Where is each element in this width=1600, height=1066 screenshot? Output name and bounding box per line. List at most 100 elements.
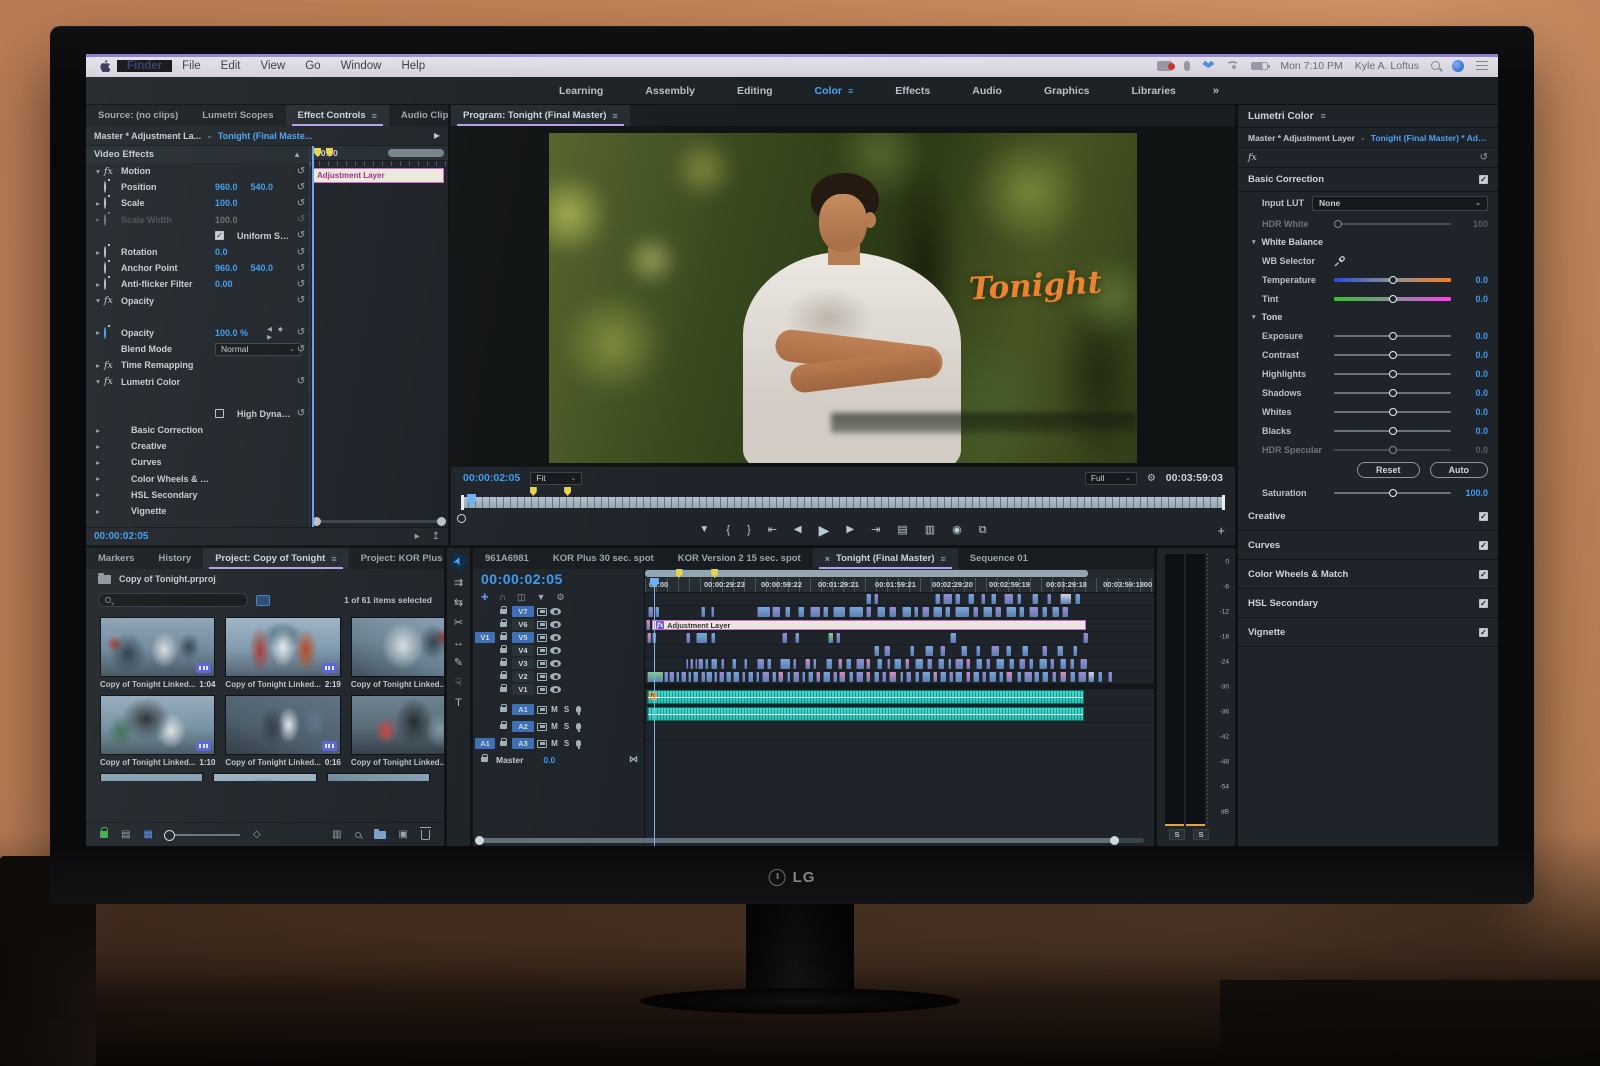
timeline-clip[interactable]	[782, 633, 787, 643]
track-output-eye-icon[interactable]	[550, 621, 561, 628]
timeline-clip[interactable]	[823, 607, 828, 617]
timeline-clip[interactable]	[866, 594, 872, 604]
timeline-timecode[interactable]: 00:00:02:05	[473, 569, 644, 589]
property-label[interactable]: Motion	[121, 166, 215, 176]
timeline-clip[interactable]	[1059, 594, 1072, 604]
effect-controls-mini-timeline[interactable]: 00:00 Adjustment Layer	[310, 146, 448, 527]
step-back-icon[interactable]: ◀	[794, 525, 802, 535]
contrast-slider[interactable]	[1334, 350, 1451, 359]
workspace-tab-libraries[interactable]: Libraries	[1111, 85, 1197, 97]
lumetri-slider-row[interactable]: HDR Specular 0.0	[1238, 440, 1498, 459]
project-item-name[interactable]: Copy of Tonight Linked...	[225, 680, 320, 689]
property-value[interactable]: 0.0	[215, 247, 228, 257]
workspace-tab-audio[interactable]: Audio	[951, 85, 1023, 97]
hand-tool[interactable]: ☟	[455, 678, 462, 689]
timeline-clip[interactable]	[1021, 646, 1028, 656]
mute-button[interactable]: M	[550, 722, 559, 731]
reset-button[interactable]: Reset	[1356, 462, 1420, 478]
property-label[interactable]: Scale Width	[121, 215, 215, 225]
timeline-clip[interactable]	[1019, 607, 1024, 617]
source-patch[interactable]	[475, 645, 495, 656]
panel-menu-icon[interactable]: ≡	[941, 554, 946, 564]
property-label[interactable]: Blend Mode	[121, 344, 215, 354]
timeline-clip[interactable]	[935, 594, 940, 604]
lumetri-slider-row[interactable]: Shadows 0.0	[1238, 383, 1498, 402]
timeline-clip[interactable]	[937, 659, 944, 669]
video-frame[interactable]: Tonight	[549, 133, 1137, 463]
project-item-name[interactable]: Copy of Tonight Linked...	[100, 758, 195, 767]
mark-out-icon[interactable]: }	[747, 524, 751, 536]
property-value[interactable]: 0.00	[215, 279, 233, 289]
timeline-clip[interactable]	[835, 633, 840, 643]
timeline-clip[interactable]	[711, 607, 715, 617]
razor-tool[interactable]: ✂	[454, 618, 463, 629]
property-label[interactable]: Opacity	[121, 296, 215, 306]
property-value[interactable]: 100.0	[215, 215, 238, 225]
hdr-white-value[interactable]: 100	[1460, 219, 1488, 229]
effect-row[interactable]: ▸ Basic Correction	[86, 422, 309, 438]
timeline-clip[interactable]	[1042, 672, 1049, 682]
twirl-icon[interactable]: ▸	[92, 474, 104, 483]
basic-correction-checkbox[interactable]: ✓	[1479, 175, 1488, 184]
video-track-header-v6[interactable]: V6	[473, 618, 644, 631]
timeline-clip[interactable]	[646, 633, 651, 643]
timeline-clip[interactable]	[1042, 607, 1047, 617]
timeline-clip[interactable]	[700, 672, 705, 682]
extract-icon[interactable]: ▥	[925, 524, 935, 536]
timeline-clip[interactable]	[685, 659, 689, 669]
sync-lock-icon[interactable]	[537, 633, 547, 642]
ec-timecode[interactable]: 00:00:02:05	[94, 531, 148, 542]
mark-in-icon[interactable]: {	[726, 524, 730, 536]
master-gain-value[interactable]: 0.0	[543, 755, 555, 765]
property-label[interactable]: Vignette	[121, 506, 215, 516]
project-item-thumbnail[interactable]	[100, 617, 216, 677]
property-value[interactable]: 960.0	[215, 263, 238, 273]
property-label[interactable]: Scale	[121, 198, 215, 208]
timeline-clip[interactable]	[975, 659, 982, 669]
timeline-settings-icon[interactable]: ✚	[481, 592, 489, 603]
mute-button[interactable]: M	[550, 739, 559, 748]
timeline-clip[interactable]	[932, 672, 937, 682]
stopwatch-icon[interactable]	[104, 262, 106, 275]
effect-row[interactable]: ✓ Uniform Scale ↺	[86, 228, 309, 244]
timeline-clip[interactable]	[914, 659, 923, 669]
sort-icon[interactable]: ◇	[253, 829, 261, 840]
timeline-clip[interactable]	[1047, 594, 1052, 604]
lift-icon[interactable]: ▤	[897, 524, 907, 536]
project-item[interactable]: Copy of Tonight Linked... 2:19	[225, 617, 341, 689]
timeline-clip[interactable]	[767, 659, 771, 669]
timeline-zoom-strip[interactable]	[645, 569, 1154, 578]
project-item-thumbnail[interactable]	[213, 773, 317, 781]
timeline-clip[interactable]	[909, 646, 914, 656]
ec-mini-zoombar[interactable]	[388, 149, 444, 157]
track-output-eye-icon[interactable]	[550, 686, 561, 693]
source-patch[interactable]	[475, 619, 495, 630]
adjustment-layer-clip[interactable]: fx Adjustment Layer	[652, 620, 1086, 630]
timeline-clip[interactable]	[1080, 659, 1087, 669]
timeline-clip[interactable]	[965, 659, 971, 669]
source-patch[interactable]	[475, 684, 495, 695]
timeline-clip[interactable]	[1003, 594, 1013, 604]
twirl-icon[interactable]: ▸	[92, 328, 104, 337]
timeline-clip[interactable]	[1052, 672, 1057, 682]
mute-button[interactable]: M	[550, 705, 559, 714]
section-checkbox[interactable]: ✓	[1479, 627, 1488, 637]
effect-row[interactable]: Position 960.0 540.0 ↺	[86, 179, 309, 195]
timeline-clip[interactable]	[1042, 646, 1047, 656]
lock-icon[interactable]	[500, 720, 507, 729]
section-checkbox[interactable]: ✓	[1479, 598, 1488, 608]
lumetri-slider-row[interactable]: Tint 0.0	[1238, 289, 1498, 308]
twirl-icon[interactable]: ▸	[92, 199, 104, 208]
selection-tool[interactable]: ➤	[448, 551, 469, 572]
timeline-clip[interactable]	[1006, 672, 1013, 682]
timeline-clip[interactable]	[960, 646, 967, 656]
timeline-clip[interactable]	[713, 672, 717, 682]
panel-menu-icon[interactable]: ≡	[331, 554, 336, 564]
slider-value[interactable]: 0.0	[1460, 294, 1488, 304]
timeline-clip[interactable]	[973, 607, 978, 617]
timeline-clip[interactable]	[1049, 659, 1055, 669]
timeline-tab[interactable]: 961A6981	[473, 548, 541, 569]
linked-selection-icon[interactable]: ◫	[517, 592, 526, 603]
twirl-icon[interactable]: ▸	[92, 215, 104, 224]
project-tab[interactable]: Markers	[86, 548, 146, 569]
